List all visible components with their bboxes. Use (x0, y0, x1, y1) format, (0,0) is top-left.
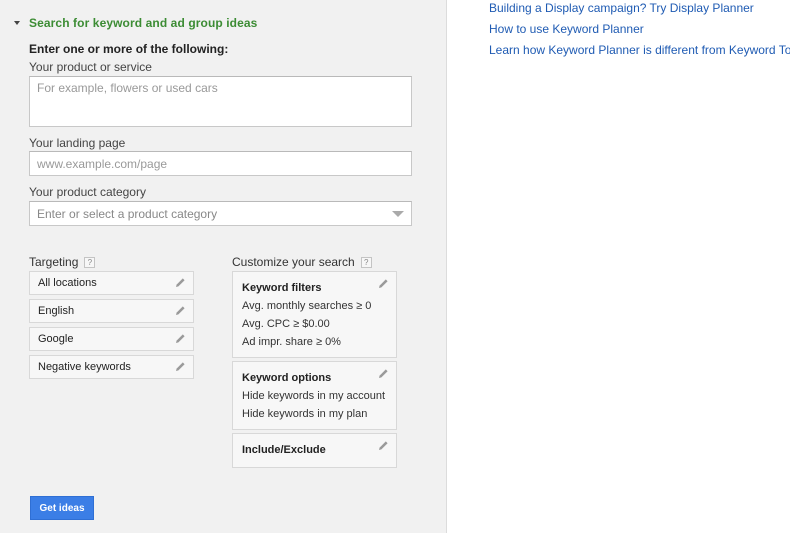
targeting-help-icon[interactable]: ? (84, 256, 96, 268)
keyword-tool-difference-link[interactable]: Learn how Keyword Planner is different f… (489, 43, 790, 57)
help-links-panel: Building a Display campaign? Try Display… (447, 0, 790, 533)
pencil-icon[interactable] (175, 333, 186, 344)
product-category-select[interactable]: Enter or select a product category (29, 201, 412, 226)
filter-line: Avg. CPC ≥ $0.00 (242, 318, 330, 330)
targeting-item-label: Google (38, 333, 74, 345)
keyword-options-title: Keyword options (242, 372, 332, 384)
pencil-icon[interactable] (378, 368, 389, 379)
pencil-icon[interactable] (378, 440, 389, 451)
product-label: Your product or service (29, 60, 152, 74)
targeting-item-label: All locations (38, 277, 97, 289)
pencil-icon[interactable] (175, 277, 186, 288)
targeting-label: Targeting ? (29, 255, 96, 269)
instructions-heading: Enter one or more of the following: (29, 42, 229, 56)
get-ideas-button[interactable]: Get ideas (30, 496, 94, 520)
customize-help-icon[interactable]: ? (360, 256, 372, 268)
landing-page-input[interactable] (29, 151, 412, 176)
option-line: Hide keywords in my account (242, 390, 386, 402)
targeting-item-label: English (38, 305, 75, 317)
how-to-use-link[interactable]: How to use Keyword Planner (489, 22, 644, 36)
section-toggle[interactable]: Search for keyword and ad group ideas (14, 16, 257, 30)
product-category-label: Your product category (29, 185, 146, 199)
filter-line: Ad impr. share ≥ 0% (242, 336, 341, 348)
targeting-item-negative-keywords[interactable]: Negative keywords (29, 355, 194, 379)
category-placeholder: Enter or select a product category (37, 206, 218, 221)
keyword-filters-title: Keyword filters (242, 282, 322, 294)
include-exclude-title: Include/Exclude (242, 444, 326, 456)
keyword-filters-card[interactable]: Keyword filters Avg. monthly searches ≥ … (232, 271, 397, 358)
targeting-title: Targeting (29, 255, 79, 269)
collapse-caret-icon[interactable] (14, 21, 20, 25)
targeting-item-network[interactable]: Google (29, 327, 194, 351)
pencil-icon[interactable] (378, 278, 389, 289)
option-line: Hide keywords in my plan (242, 408, 368, 420)
filter-line: Avg. monthly searches ≥ 0 (242, 300, 372, 312)
pencil-icon[interactable] (175, 305, 186, 316)
include-exclude-card[interactable]: Include/Exclude (232, 433, 397, 468)
targeting-item-locations[interactable]: All locations (29, 271, 194, 295)
keyword-options-card[interactable]: Keyword options Hide keywords in my acco… (232, 361, 397, 430)
dropdown-arrow-icon[interactable] (392, 210, 404, 217)
targeting-item-label: Negative keywords (38, 361, 131, 373)
customize-label: Customize your search ? (232, 255, 372, 269)
customize-title: Customize your search (232, 255, 355, 269)
pencil-icon[interactable] (175, 361, 186, 372)
landing-page-label: Your landing page (29, 136, 126, 150)
search-panel: Search for keyword and ad group ideas En… (0, 0, 447, 533)
product-input[interactable] (29, 76, 412, 127)
section-title[interactable]: Search for keyword and ad group ideas (29, 16, 257, 30)
display-planner-link[interactable]: Building a Display campaign? Try Display… (489, 1, 754, 15)
targeting-item-language[interactable]: English (29, 299, 194, 323)
